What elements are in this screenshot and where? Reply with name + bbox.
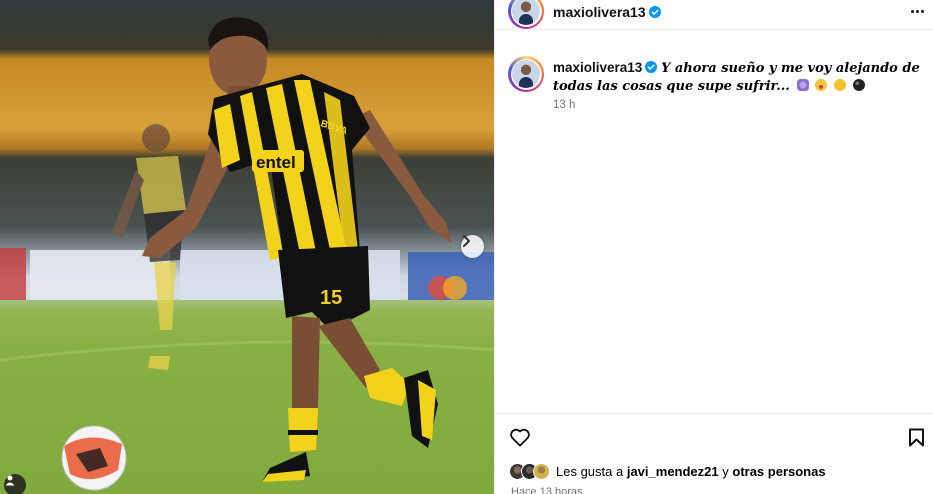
- more-options-icon: [910, 9, 924, 13]
- verified-badge-icon: [645, 60, 658, 73]
- liker-avatars[interactable]: [509, 463, 550, 480]
- caption: maxiolivera13 Y ahora sueño y me voy ale…: [553, 59, 921, 95]
- caption-timestamp: 13 h: [553, 99, 576, 111]
- shorts-number-text: 15: [320, 287, 342, 309]
- heart-outline-icon: [509, 428, 531, 451]
- like-button[interactable]: [509, 427, 533, 451]
- dizzy-emoji-icon: [796, 79, 809, 91]
- verified-badge-icon: [648, 5, 661, 18]
- bookmark-icon: [908, 428, 925, 451]
- post-photo[interactable]: entel BBVA 15: [0, 0, 494, 494]
- author-username-text[interactable]: maxiolivera13: [553, 4, 646, 20]
- avatar[interactable]: [533, 463, 550, 480]
- liker-username-link[interactable]: javi_mendez21: [627, 464, 719, 479]
- posted-time[interactable]: Hace 13 horas: [511, 486, 583, 494]
- next-photo-button[interactable]: [461, 235, 484, 258]
- heart-eyes-emoji-icon: [815, 79, 828, 91]
- more-options-button[interactable]: [906, 3, 928, 19]
- likes-prefix-text: Les gusta a: [556, 464, 624, 479]
- yellow-circle-emoji-icon: [834, 79, 847, 91]
- save-button[interactable]: [908, 428, 928, 450]
- jersey-sponsor-text: entel: [256, 153, 296, 172]
- post-actions: Les gusta a javi_mendez21 y otras person…: [495, 413, 933, 494]
- black-circle-emoji-icon: [852, 79, 865, 91]
- other-likers-link[interactable]: otras personas: [732, 464, 825, 479]
- caption-author-avatar[interactable]: [508, 56, 544, 92]
- player-illustration: entel BBVA 15: [0, 17, 494, 494]
- author-username[interactable]: maxiolivera13: [553, 4, 661, 20]
- tagged-users-button[interactable]: [4, 474, 26, 494]
- likes-summary: Les gusta a javi_mendez21 y otras person…: [509, 463, 826, 480]
- post-header: maxiolivera13: [495, 0, 933, 30]
- author-avatar[interactable]: [508, 0, 544, 29]
- post-sidebar: maxiolivera13 maxiolivera13 Y ahora sueñ…: [494, 0, 933, 494]
- likes-joiner-text: y: [722, 464, 729, 479]
- caption-username[interactable]: maxiolivera13: [553, 60, 642, 75]
